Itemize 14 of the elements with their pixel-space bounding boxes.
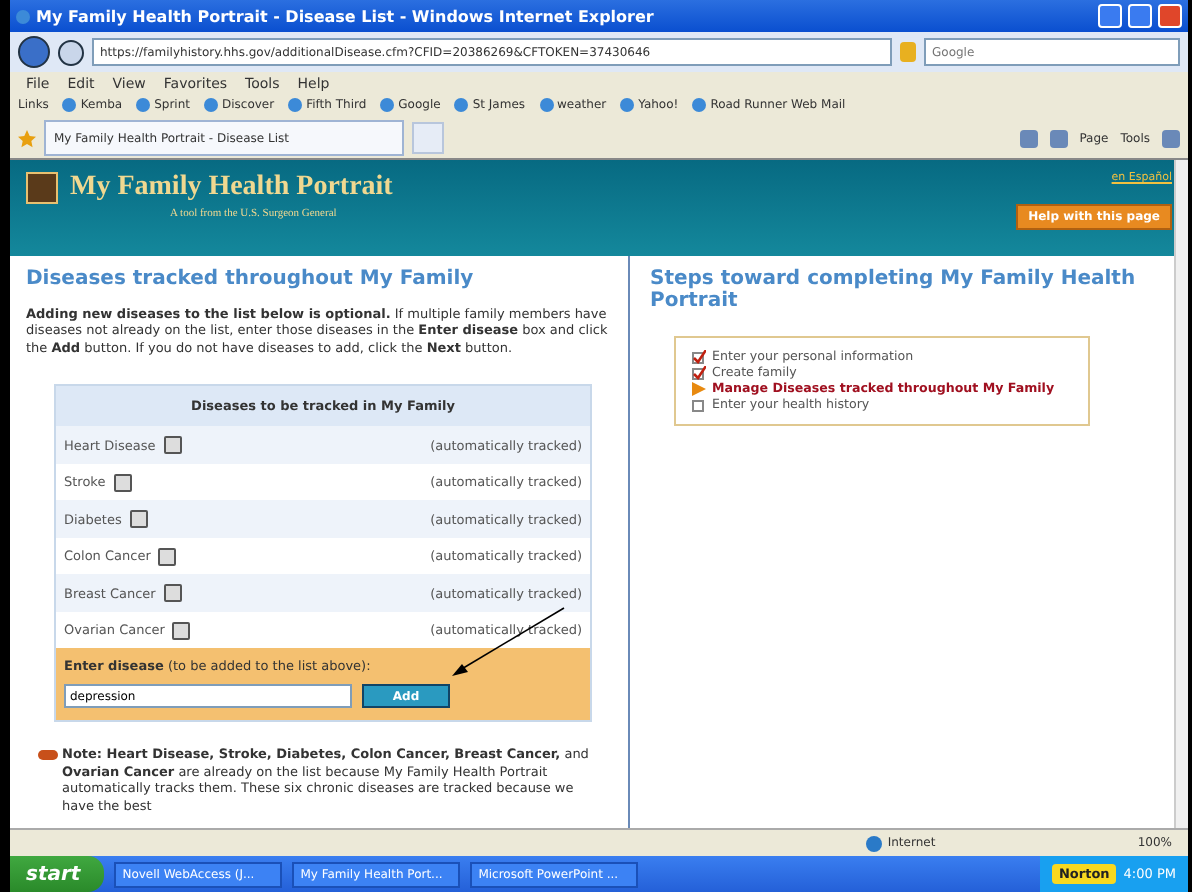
favorites-star-icon[interactable] <box>18 129 36 147</box>
window-title: My Family Health Portrait - Disease List - Windows Internet Explorer <box>36 7 656 25</box>
forward-button[interactable] <box>58 39 84 65</box>
steps-heading: Steps toward completing My Family Health Portrait <box>650 268 1138 312</box>
site-title: My Family Health Portrait <box>70 172 393 204</box>
section-heading: Diseases tracked throughout My Family <box>26 268 476 290</box>
maximize-button[interactable] <box>1128 4 1152 28</box>
checkbox-icon <box>692 398 706 412</box>
scrollbar[interactable] <box>1174 160 1188 828</box>
minimize-button[interactable] <box>1098 4 1122 28</box>
start-button[interactable]: start <box>10 856 105 892</box>
arrow-icon <box>692 382 706 396</box>
close-button[interactable] <box>1158 4 1182 28</box>
back-button[interactable] <box>18 36 50 68</box>
